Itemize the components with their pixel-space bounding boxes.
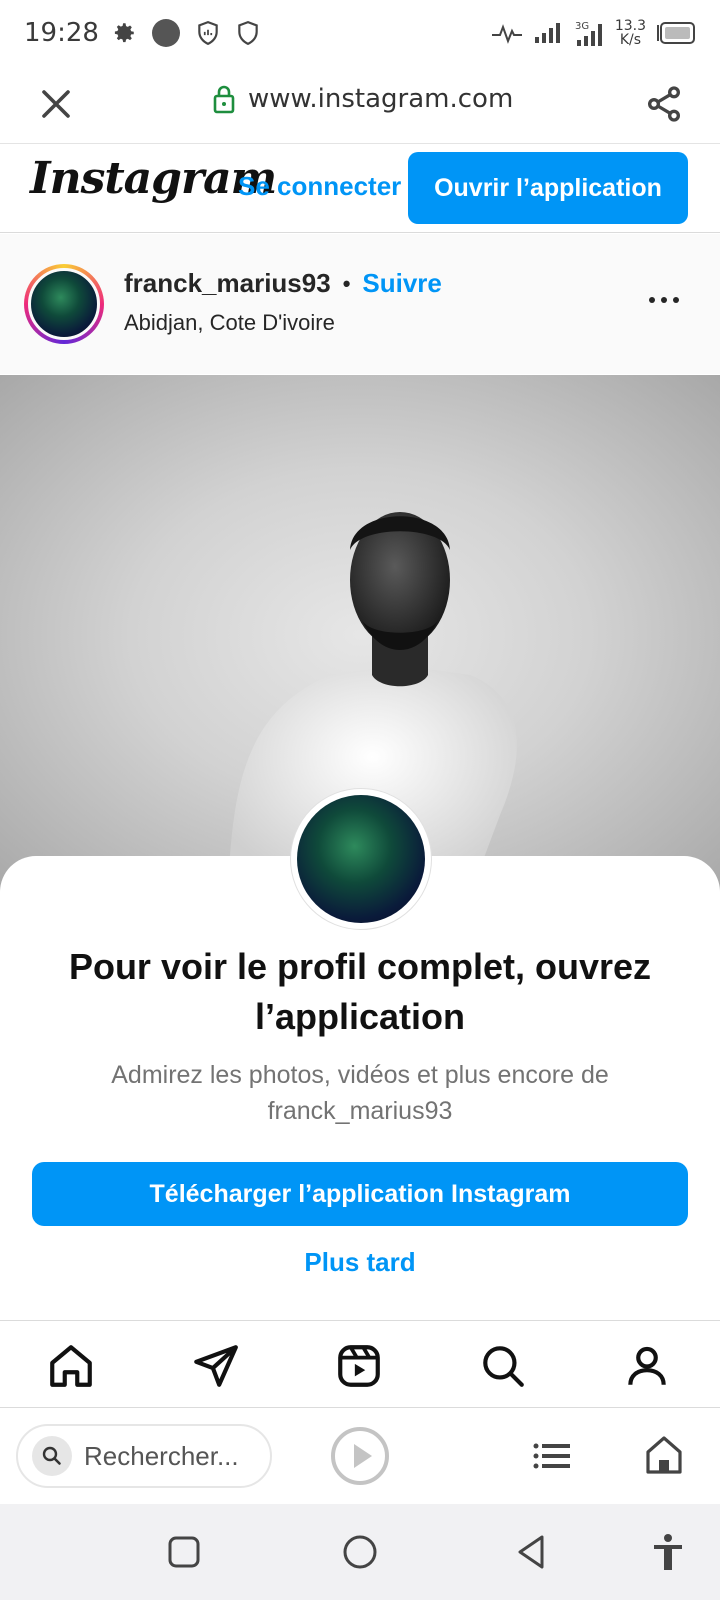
signal-3g-icon: 3G bbox=[575, 21, 602, 46]
search-icon[interactable] bbox=[478, 1341, 528, 1391]
accessibility-icon[interactable] bbox=[648, 1532, 688, 1572]
status-bar: 19:28 3G 13.3 K/s bbox=[0, 0, 720, 66]
shield-chart-icon bbox=[198, 21, 218, 46]
download-app-button[interactable]: Télécharger l’application Instagram bbox=[32, 1162, 688, 1226]
modal-subtitle: Admirez les photos, vidéos et plus encor… bbox=[111, 1061, 609, 1125]
tabs-menu-icon[interactable] bbox=[532, 1438, 572, 1474]
avatar-image bbox=[28, 268, 100, 340]
instagram-header: Instagram Se connecter Ouvrir l’applicat… bbox=[0, 145, 720, 233]
status-icons-left bbox=[111, 18, 261, 48]
profile-icon[interactable] bbox=[622, 1341, 672, 1391]
magnifier-icon bbox=[42, 1446, 61, 1465]
url-text: www.instagram.com bbox=[248, 84, 514, 114]
status-time: 19:28 bbox=[24, 18, 99, 48]
modal-avatar bbox=[290, 788, 432, 930]
search-placeholder: Rechercher... bbox=[84, 1440, 239, 1471]
browser-search-field[interactable]: Rechercher... bbox=[16, 1424, 272, 1488]
svg-text:3G: 3G bbox=[575, 21, 589, 32]
dot-icon bbox=[151, 19, 180, 47]
battery-icon bbox=[657, 22, 695, 44]
instagram-bottom-nav bbox=[0, 1320, 720, 1408]
status-icons-right: 3G 13.3 K/s bbox=[491, 18, 696, 48]
modal-title: Pour voir le profil complet, ouvrez l’ap… bbox=[68, 946, 652, 1037]
post-location[interactable]: Abidjan, Cote D'ivoire bbox=[124, 310, 335, 336]
gear-icon bbox=[114, 23, 134, 43]
later-button[interactable]: Plus tard bbox=[0, 1247, 720, 1278]
close-icon[interactable] bbox=[38, 86, 74, 122]
search-circle bbox=[32, 1436, 72, 1476]
more-options-icon[interactable] bbox=[646, 290, 682, 310]
username[interactable]: franck_marius93 bbox=[124, 268, 331, 299]
home-icon[interactable] bbox=[46, 1341, 96, 1391]
home-nav-icon[interactable] bbox=[340, 1532, 380, 1572]
modal-avatar-image bbox=[297, 795, 425, 923]
follow-button[interactable]: Suivre bbox=[362, 268, 442, 299]
direct-icon[interactable] bbox=[190, 1341, 240, 1391]
activity-icon bbox=[491, 24, 522, 44]
avatar[interactable] bbox=[24, 264, 104, 344]
url-field[interactable]: www.instagram.com bbox=[212, 84, 513, 114]
back-icon[interactable] bbox=[512, 1532, 552, 1572]
post-header: franck_marius93 • Suivre Abidjan, Cote D… bbox=[0, 234, 720, 374]
network-speed: 13.3 K/s bbox=[614, 18, 646, 48]
android-nav-bar bbox=[0, 1504, 720, 1600]
post-user-line: franck_marius93 • Suivre bbox=[124, 268, 442, 299]
shield-icon bbox=[238, 21, 258, 46]
separator-dot: • bbox=[342, 270, 351, 296]
browser-home-icon[interactable] bbox=[644, 1434, 684, 1476]
signal-icon bbox=[534, 23, 560, 43]
recents-icon[interactable] bbox=[164, 1532, 204, 1572]
browser-bottom-toolbar: Rechercher... bbox=[0, 1408, 720, 1504]
reels-icon[interactable] bbox=[334, 1341, 384, 1391]
login-link[interactable]: Se connecter bbox=[238, 171, 401, 202]
lock-icon bbox=[213, 85, 235, 114]
open-app-button[interactable]: Ouvrir l’application bbox=[408, 152, 688, 224]
share-icon[interactable] bbox=[644, 84, 684, 124]
browser-address-bar: www.instagram.com bbox=[0, 66, 720, 144]
play-icon[interactable] bbox=[330, 1426, 390, 1486]
